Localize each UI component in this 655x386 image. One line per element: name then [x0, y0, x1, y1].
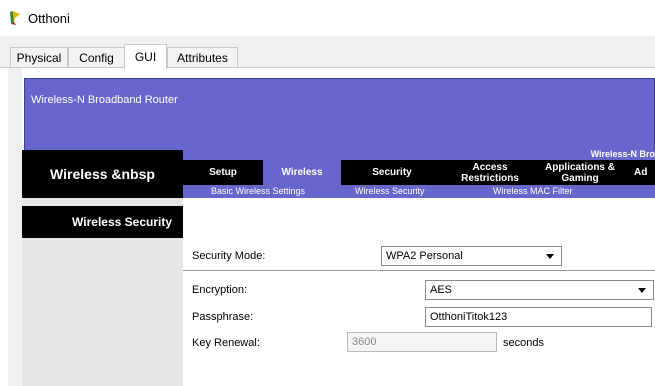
model-bar: Wireless-N Bro [183, 149, 655, 160]
security-mode-select[interactable]: WPA2 Personal [381, 246, 562, 266]
encryption-value: AES [430, 284, 453, 296]
key-renewal-label: Key Renewal: [192, 337, 260, 349]
sidebar-heading: Wireless Security [22, 206, 183, 238]
nav-tab-applications-gaming[interactable]: Applications & Gaming [535, 160, 625, 185]
sub-nav-row: Basic Wireless Settings Wireless Securit… [183, 185, 655, 198]
passphrase-label: Passphrase: [192, 311, 254, 323]
encryption-select[interactable]: AES [425, 280, 654, 300]
pt-device-icon [10, 11, 20, 25]
encryption-label: Encryption: [192, 284, 248, 296]
router-nav: Wireless &nbsp Wireless-N Bro Setup Wire… [22, 149, 655, 198]
sub-link-wireless-security[interactable]: Wireless Security [355, 185, 425, 198]
router-banner: Wireless-N Broadband Router [24, 78, 655, 158]
form-divider [183, 270, 655, 271]
nav-tab-row: Setup Wireless Security Access Restricti… [183, 160, 655, 185]
security-mode-value: WPA2 Personal [386, 250, 463, 262]
router-web-page: Wireless-N Broadband Router Wireless &nb… [22, 68, 655, 386]
sub-link-basic-wireless[interactable]: Basic Wireless Settings [211, 185, 305, 198]
nav-tab-setup[interactable]: Setup [183, 160, 263, 185]
nav-tab-access-restrictions[interactable]: Access Restrictions [445, 160, 535, 185]
passphrase-input[interactable]: OtthoniTitok123 [425, 307, 652, 327]
banner-title: Wireless-N Broadband Router [31, 94, 178, 106]
chevron-down-icon [546, 254, 554, 259]
key-renewal-unit: seconds [503, 337, 544, 349]
tab-physical[interactable]: Physical [10, 47, 68, 68]
gui-panel: Wireless-N Broadband Router Wireless &nb… [8, 68, 655, 386]
window-title: Otthoni [28, 11, 70, 26]
tab-gui[interactable]: GUI [124, 44, 167, 69]
chevron-down-icon [638, 288, 646, 293]
model-label: Wireless-N Bro [590, 149, 655, 159]
title-bar: Otthoni [0, 0, 655, 36]
nav-tab-admin[interactable]: Ad [625, 160, 655, 185]
key-renewal-input[interactable]: 3600 [347, 332, 497, 352]
section-title: Wireless &nbsp [22, 150, 183, 198]
sidebar: Wireless Security [22, 198, 183, 386]
tab-config[interactable]: Config [68, 47, 125, 68]
nav-tab-wireless[interactable]: Wireless [263, 160, 341, 185]
sub-link-mac-filter[interactable]: Wireless MAC Filter [493, 185, 573, 198]
nav-tab-security[interactable]: Security [341, 160, 443, 185]
tab-attributes[interactable]: Attributes [167, 47, 238, 68]
device-tab-bar: Physical Config GUI Attributes [0, 36, 655, 69]
security-mode-label: Security Mode: [192, 250, 266, 262]
